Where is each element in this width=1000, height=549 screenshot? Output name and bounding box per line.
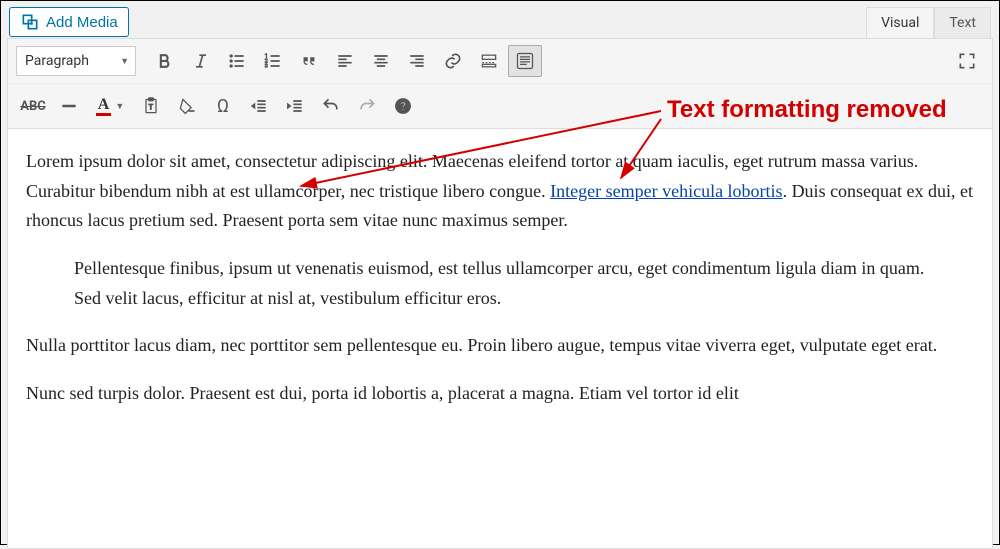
- paragraph: Nulla porttitor lacus diam, nec porttito…: [26, 331, 974, 361]
- editor-content-area[interactable]: Lorem ipsum dolor sit amet, consectetur …: [7, 129, 993, 549]
- tab-visual[interactable]: Visual: [866, 7, 934, 38]
- svg-text:?: ?: [401, 100, 406, 113]
- paste-as-text-button[interactable]: T: [134, 90, 168, 122]
- indent-button[interactable]: [278, 90, 312, 122]
- blockquote-button[interactable]: [292, 45, 326, 77]
- ordered-list-button[interactable]: 123: [256, 45, 290, 77]
- undo-button[interactable]: [314, 90, 348, 122]
- help-button[interactable]: ?: [386, 90, 420, 122]
- strikethrough-button[interactable]: ABC: [16, 90, 50, 122]
- align-left-button[interactable]: [328, 45, 362, 77]
- special-character-button[interactable]: Ω: [206, 90, 240, 122]
- editor-tabs: Visual Text: [866, 7, 991, 38]
- svg-text:T: T: [149, 102, 154, 111]
- insert-more-button[interactable]: [472, 45, 506, 77]
- text-color-icon: A: [96, 97, 112, 116]
- content-link[interactable]: Integer semper vehicula lobortis: [550, 181, 782, 201]
- add-media-label: Add Media: [46, 14, 118, 31]
- paragraph-indented: Pellentesque finibus, ipsum ut venenatis…: [74, 254, 926, 313]
- unordered-list-button[interactable]: [220, 45, 254, 77]
- add-media-button[interactable]: Add Media: [9, 7, 129, 37]
- fullscreen-button[interactable]: [950, 45, 984, 77]
- insert-link-button[interactable]: [436, 45, 470, 77]
- paragraph: Lorem ipsum dolor sit amet, consectetur …: [26, 147, 974, 236]
- redo-button[interactable]: [350, 90, 384, 122]
- paragraph: Nunc sed turpis dolor. Praesent est dui,…: [26, 379, 974, 409]
- svg-text:3: 3: [265, 64, 268, 70]
- text-color-button[interactable]: A▼: [88, 90, 132, 122]
- horizontal-rule-button[interactable]: [52, 90, 86, 122]
- tab-text[interactable]: Text: [934, 7, 991, 38]
- italic-button[interactable]: [184, 45, 218, 77]
- media-icon: [20, 12, 40, 32]
- clear-formatting-button[interactable]: [170, 90, 204, 122]
- format-select[interactable]: Paragraph: [16, 46, 136, 76]
- align-center-button[interactable]: [364, 45, 398, 77]
- bold-button[interactable]: [148, 45, 182, 77]
- outdent-button[interactable]: [242, 90, 276, 122]
- align-right-button[interactable]: [400, 45, 434, 77]
- editor-toolbar: Paragraph 123 ABC A▼ T Ω ?: [7, 38, 993, 129]
- toolbar-toggle-button[interactable]: [508, 45, 542, 77]
- chevron-down-icon: ▼: [115, 101, 124, 112]
